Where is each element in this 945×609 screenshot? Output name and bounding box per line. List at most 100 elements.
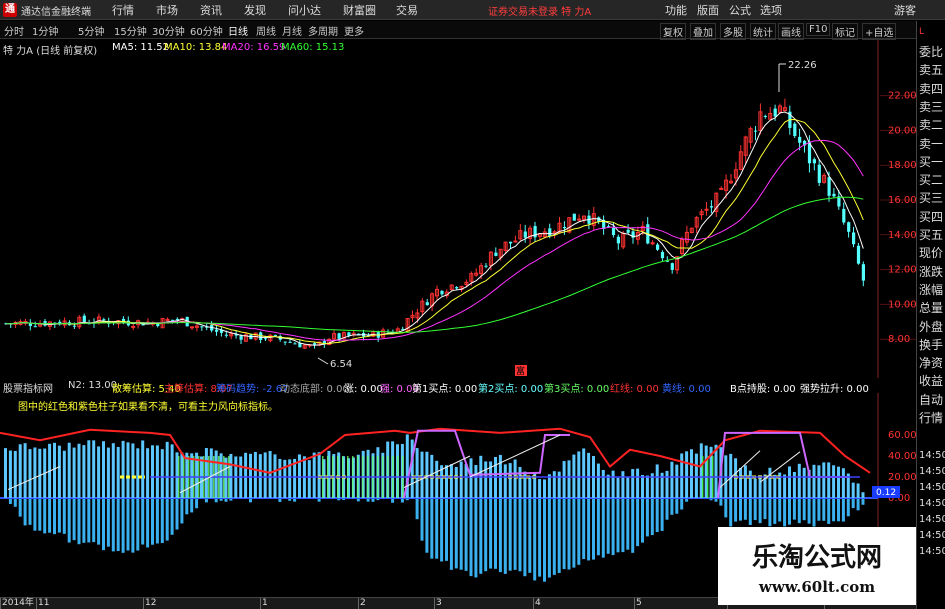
- price-tick-label: 18.00: [888, 160, 916, 171]
- menu-wealth[interactable]: 财富圈: [343, 2, 376, 18]
- side-item-11[interactable]: 现价: [919, 246, 943, 260]
- candle: [494, 247, 498, 257]
- menu-ask[interactable]: 问小达: [288, 2, 321, 18]
- side-item-6[interactable]: 买一: [919, 155, 943, 169]
- histogram-bar-up: [543, 479, 546, 498]
- period-tab-60min[interactable]: 60分钟: [190, 23, 223, 38]
- histogram-bar-down: [23, 499, 27, 526]
- side-item-13[interactable]: 涨幅: [919, 283, 943, 297]
- menu-market[interactable]: 行情: [112, 2, 134, 18]
- side-item-12[interactable]: 涨跌: [919, 265, 943, 279]
- candle-body: [660, 252, 665, 259]
- histogram-bar-up: [111, 443, 115, 498]
- side-item-14[interactable]: 总量: [919, 301, 943, 315]
- histogram-bar-down: [229, 499, 233, 501]
- histogram-bar-up: [67, 442, 71, 498]
- period-tab-multi[interactable]: 多周期: [308, 23, 338, 38]
- histogram-bar-down: [204, 499, 208, 503]
- histogram-bar-down: [180, 499, 184, 524]
- period-tab-weekly[interactable]: 周线: [256, 23, 276, 38]
- date-label-0: 2014年: [2, 598, 34, 608]
- side-item-2[interactable]: 卖四: [919, 82, 943, 96]
- period-tab-5min[interactable]: 5分钟: [78, 23, 104, 38]
- candle: [660, 250, 665, 262]
- tool-adjust-button[interactable]: 复权: [660, 23, 686, 40]
- side-item-3[interactable]: 卖三: [919, 100, 943, 114]
- menu-guest[interactable]: 游客: [894, 2, 916, 18]
- side-item-17[interactable]: 净资: [919, 356, 943, 370]
- menu-discover[interactable]: 发现: [244, 2, 266, 18]
- candle-body: [562, 226, 567, 229]
- period-tab-1min[interactable]: 1分钟: [32, 23, 58, 38]
- histogram-bar-up: [670, 461, 674, 498]
- histogram-bar-up: [616, 477, 620, 498]
- menu-news[interactable]: 资讯: [200, 2, 222, 18]
- side-item-1[interactable]: 卖五: [919, 63, 943, 77]
- period-tab-15min[interactable]: 15分钟: [114, 23, 147, 38]
- histogram-bar-up: [62, 450, 66, 498]
- candle-body: [656, 244, 660, 250]
- histogram-bar-down: [469, 499, 473, 577]
- side-item-20[interactable]: 行情: [919, 411, 943, 425]
- candle: [47, 321, 52, 330]
- histogram-bar-down: [861, 499, 865, 505]
- tool-mark-button[interactable]: 标记: [832, 23, 858, 40]
- period-tab-30min[interactable]: 30分钟: [152, 23, 185, 38]
- period-tab-daily[interactable]: 日线: [228, 23, 248, 38]
- histogram-bar-down: [454, 499, 458, 569]
- side-item-8[interactable]: 买三: [919, 191, 943, 205]
- histogram-bar-down: [43, 499, 47, 534]
- period-tab-monthly[interactable]: 月线: [282, 23, 302, 38]
- side-item-10[interactable]: 买五: [919, 228, 943, 242]
- histogram-bar-up: [503, 464, 507, 498]
- side-item-16[interactable]: 换手: [919, 338, 943, 352]
- tool-stats-button[interactable]: 统计: [750, 23, 776, 40]
- side-item-0[interactable]: 委比: [919, 45, 943, 59]
- histogram-bar-down: [82, 499, 86, 543]
- histogram-bar-down: [616, 499, 620, 553]
- candle: [435, 285, 439, 300]
- menu-functions[interactable]: 功能: [665, 2, 687, 18]
- histogram-bar-down: [151, 499, 154, 545]
- menu-options[interactable]: 选项: [760, 2, 782, 18]
- candle: [440, 290, 444, 297]
- candle: [28, 319, 32, 331]
- histogram-bar-up: [121, 440, 125, 498]
- histogram-bar-down: [38, 499, 42, 531]
- side-item-15[interactable]: 外盘: [919, 320, 943, 334]
- menu-layout[interactable]: 版面: [697, 2, 719, 18]
- side-item-4[interactable]: 卖二: [919, 118, 943, 132]
- histogram-bar-up: [690, 449, 693, 498]
- histogram-bar-down: [729, 499, 733, 527]
- side-item-19[interactable]: 自动: [919, 393, 943, 407]
- histogram-bar-up: [28, 449, 32, 498]
- side-item-5[interactable]: 卖一: [919, 137, 943, 151]
- candle: [616, 234, 620, 250]
- candle: [474, 268, 479, 277]
- histogram-bar-up: [273, 454, 277, 498]
- candle: [327, 337, 332, 346]
- period-tab-timeshare[interactable]: 分时: [4, 23, 24, 38]
- tool-draw-button[interactable]: 画线: [778, 23, 804, 40]
- candle-body: [616, 236, 620, 244]
- menu-trade[interactable]: 交易: [396, 2, 418, 18]
- ma10-line: [5, 119, 864, 345]
- tool-f10-button[interactable]: F10: [806, 23, 831, 36]
- menu-markets[interactable]: 市场: [156, 2, 178, 18]
- histogram-bar-down: [636, 499, 640, 547]
- histogram-bar-up: [768, 467, 772, 498]
- histogram-bar-up: [38, 448, 42, 498]
- tool-overlay-button[interactable]: 叠加: [690, 23, 716, 40]
- menu-formula[interactable]: 公式: [729, 2, 751, 18]
- candlestick-chart[interactable]: 22.00 20.00 18.00 16.00 14.00 12.00 10.00 8.00 2…: [0, 40, 916, 378]
- tool-watchlist-button[interactable]: +自选: [862, 23, 897, 40]
- period-tab-more[interactable]: 更多: [344, 23, 364, 38]
- histogram-bar-down: [136, 499, 140, 551]
- side-item-18[interactable]: 收益: [919, 374, 943, 388]
- histogram-bar-up: [675, 464, 679, 498]
- side-item-9[interactable]: 买四: [919, 210, 943, 224]
- tool-multistock-button[interactable]: 多股: [720, 23, 746, 40]
- side-item-7[interactable]: 买二: [919, 173, 943, 187]
- histogram-bar-down: [792, 499, 796, 520]
- histogram-bar-down: [582, 499, 586, 560]
